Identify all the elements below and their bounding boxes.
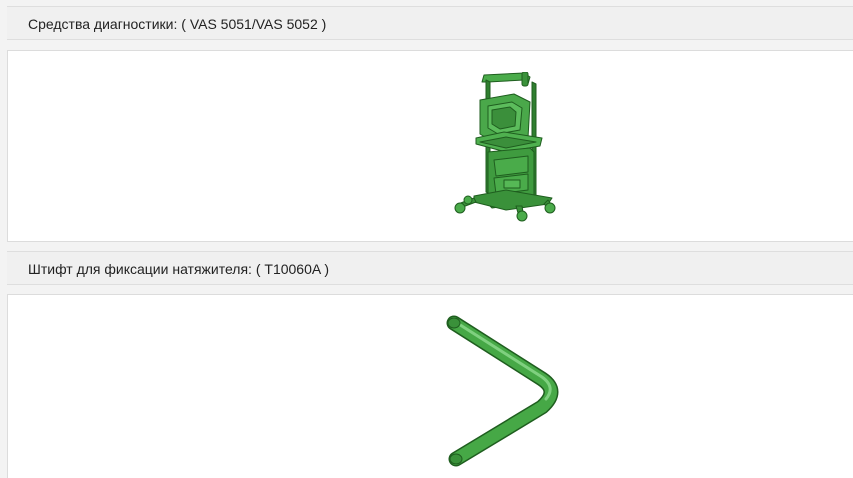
tool-header-diagnostic: Средства диагностики: ( VAS 5051/VAS 505…	[7, 6, 853, 40]
tools-list: Средства диагностики: ( VAS 5051/VAS 505…	[0, 0, 853, 478]
tool-title: Средства диагностики: ( VAS 5051/VAS 505…	[28, 16, 327, 32]
diagnostic-cart-icon	[454, 72, 556, 222]
tool-image-panel-locking-pin	[7, 294, 853, 478]
tool-title: Штифт для фиксации натяжителя: ( T10060A…	[28, 261, 329, 277]
tool-image-panel-diagnostic	[7, 50, 853, 242]
tool-header-locking-pin: Штифт для фиксации натяжителя: ( T10060A…	[7, 251, 853, 285]
locking-pin-icon	[446, 315, 559, 467]
